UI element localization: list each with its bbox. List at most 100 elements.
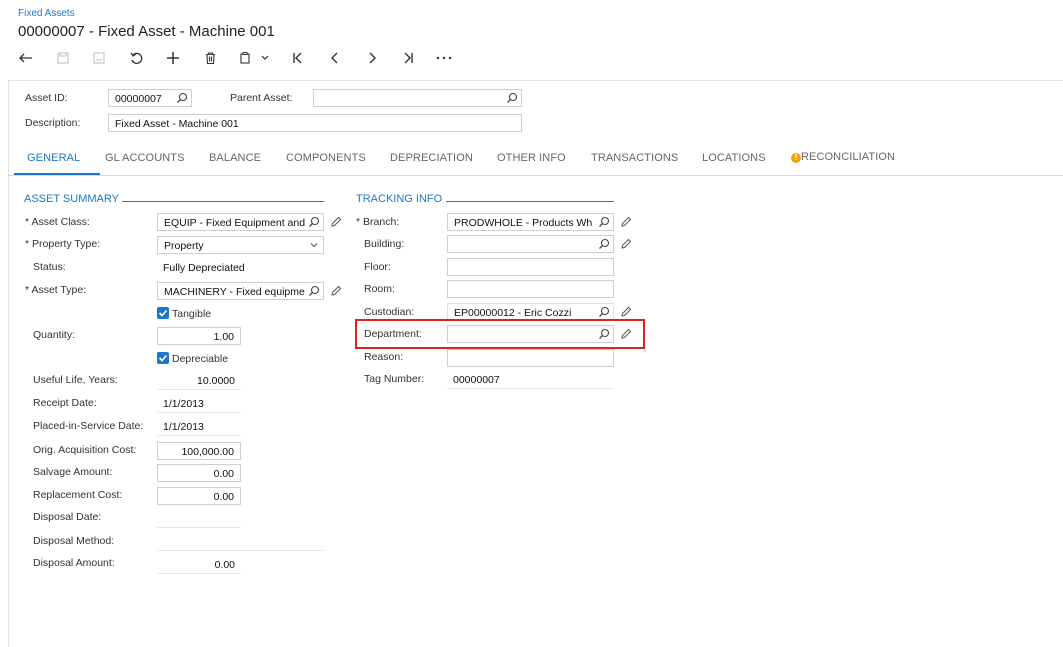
custodian-value: EP00000012 - Eric Cozzi — [454, 307, 572, 319]
department-highlight-box — [355, 319, 645, 349]
tab-general[interactable]: GENERAL — [27, 152, 80, 164]
building-field[interactable] — [447, 235, 614, 253]
custodian-label: Custodian: — [364, 306, 415, 318]
tag-number-value: 00000007 — [447, 371, 614, 389]
disposal-amount-value: 0.00 — [157, 556, 241, 574]
undo-icon[interactable] — [15, 48, 37, 68]
disposal-date-label: Disposal Date: — [33, 511, 102, 523]
branch-value: PRODWHOLE - Products Wh — [454, 217, 593, 229]
add-icon[interactable] — [162, 48, 184, 68]
replacement-cost-label: Replacement Cost: — [33, 489, 123, 501]
parent-asset-field[interactable] — [313, 89, 522, 107]
tab-reconciliation-label: RECONCILIATION — [801, 151, 896, 163]
tangible-label: Tangible — [172, 308, 212, 320]
save-close-icon[interactable] — [88, 48, 110, 68]
asset-type-label: * Asset Type: — [25, 284, 87, 296]
useful-life-label: Useful Life, Years: — [33, 374, 118, 386]
tracking-info-divider — [446, 201, 614, 202]
status-value: Fully Depreciated — [163, 262, 245, 274]
delete-icon[interactable] — [199, 48, 221, 68]
disposal-date-value — [157, 510, 241, 528]
asset-summary-divider — [122, 201, 324, 202]
search-icon[interactable] — [308, 285, 320, 297]
last-icon[interactable] — [397, 48, 419, 68]
page-title: 00000007 - Fixed Asset - Machine 001 — [18, 23, 275, 40]
asset-class-label: * Asset Class: — [25, 216, 90, 228]
branch-field[interactable]: PRODWHOLE - Products Wh — [447, 213, 614, 231]
room-label: Room: — [364, 283, 395, 295]
asset-id-value: 00000007 — [115, 93, 162, 105]
previous-icon[interactable] — [324, 48, 346, 68]
useful-life-value: 10.0000 — [157, 372, 241, 390]
tab-gl-accounts[interactable]: GL ACCOUNTS — [105, 152, 185, 164]
cancel-icon[interactable] — [125, 48, 147, 68]
building-label: Building: — [364, 238, 405, 250]
property-type-value: Property — [164, 240, 204, 252]
receipt-date-label: Receipt Date: — [33, 397, 97, 409]
breadcrumb[interactable]: Fixed Assets — [18, 8, 75, 19]
description-field[interactable]: Fixed Asset - Machine 001 — [108, 114, 522, 132]
depreciable-checkbox[interactable] — [157, 352, 169, 364]
search-icon[interactable] — [598, 216, 610, 228]
description-value: Fixed Asset - Machine 001 — [115, 118, 239, 130]
tab-balance[interactable]: BALANCE — [209, 152, 261, 164]
tab-depreciation[interactable]: DEPRECIATION — [390, 152, 473, 164]
edit-pencil-icon[interactable] — [620, 216, 632, 228]
active-tab-indicator — [14, 173, 100, 175]
property-type-label: * Property Type: — [25, 238, 101, 250]
edit-pencil-icon[interactable] — [620, 306, 632, 318]
description-label: Description: — [25, 117, 81, 129]
tab-bar: GENERAL GL ACCOUNTS BALANCE COMPONENTS D… — [8, 145, 1063, 176]
tab-components[interactable]: COMPONENTS — [286, 152, 366, 164]
asset-type-value: MACHINERY - Fixed equipme — [164, 286, 305, 298]
placed-in-service-value: 1/1/2013 — [157, 418, 241, 436]
quantity-field[interactable]: 1.00 — [157, 327, 241, 345]
search-icon[interactable] — [308, 216, 320, 228]
save-icon[interactable] — [52, 48, 74, 68]
salvage-amount-label: Salvage Amount: — [33, 466, 113, 478]
tangible-checkbox[interactable] — [157, 307, 169, 319]
asset-id-field[interactable]: 00000007 — [108, 89, 192, 107]
asset-id-label: Asset ID: — [25, 92, 68, 104]
edit-pencil-icon[interactable] — [330, 216, 342, 228]
search-icon[interactable] — [598, 238, 610, 250]
disposal-amount-label: Disposal Amount: — [33, 557, 115, 569]
tab-reconciliation[interactable]: ! RECONCILIATION — [791, 151, 895, 163]
first-icon[interactable] — [287, 48, 309, 68]
more-icon[interactable] — [433, 48, 455, 68]
tab-transactions[interactable]: TRANSACTIONS — [591, 152, 678, 164]
asset-class-field[interactable]: EQUIP - Fixed Equipment and — [157, 213, 324, 231]
floor-label: Floor: — [364, 261, 391, 273]
disposal-method-label: Disposal Method: — [33, 535, 115, 547]
search-icon[interactable] — [598, 306, 610, 318]
warning-icon: ! — [791, 153, 801, 163]
floor-field[interactable] — [447, 258, 614, 276]
branch-label: * Branch: — [356, 216, 400, 228]
asset-summary-title: ASSET SUMMARY — [24, 193, 119, 205]
search-icon[interactable] — [176, 92, 188, 104]
next-icon[interactable] — [361, 48, 383, 68]
property-type-select[interactable]: Property — [157, 236, 324, 254]
status-label: Status: — [33, 261, 66, 273]
chevron-down-icon — [310, 243, 318, 248]
orig-cost-label: Orig. Acquisition Cost: — [33, 444, 137, 456]
copy-paste-icon[interactable] — [236, 48, 272, 68]
depreciable-label: Depreciable — [172, 353, 229, 365]
reason-field[interactable] — [447, 349, 614, 367]
replacement-cost-field[interactable]: 0.00 — [157, 487, 241, 505]
orig-cost-field[interactable]: 100,000.00 — [157, 442, 241, 460]
tab-locations[interactable]: LOCATIONS — [702, 152, 766, 164]
reason-label: Reason: — [364, 351, 404, 363]
salvage-amount-field[interactable]: 0.00 — [157, 464, 241, 482]
asset-type-field[interactable]: MACHINERY - Fixed equipme — [157, 282, 324, 300]
tag-number-label: Tag Number: — [364, 373, 425, 385]
asset-class-value: EQUIP - Fixed Equipment and — [164, 217, 306, 229]
receipt-date-value: 1/1/2013 — [157, 395, 241, 413]
edit-pencil-icon[interactable] — [620, 238, 632, 250]
search-icon[interactable] — [506, 92, 518, 104]
room-field[interactable] — [447, 280, 614, 298]
quantity-label: Quantity: — [33, 329, 76, 341]
tab-other-info[interactable]: OTHER INFO — [497, 152, 566, 164]
tracking-info-title: TRACKING INFO — [356, 193, 443, 205]
edit-pencil-icon[interactable] — [330, 285, 342, 297]
